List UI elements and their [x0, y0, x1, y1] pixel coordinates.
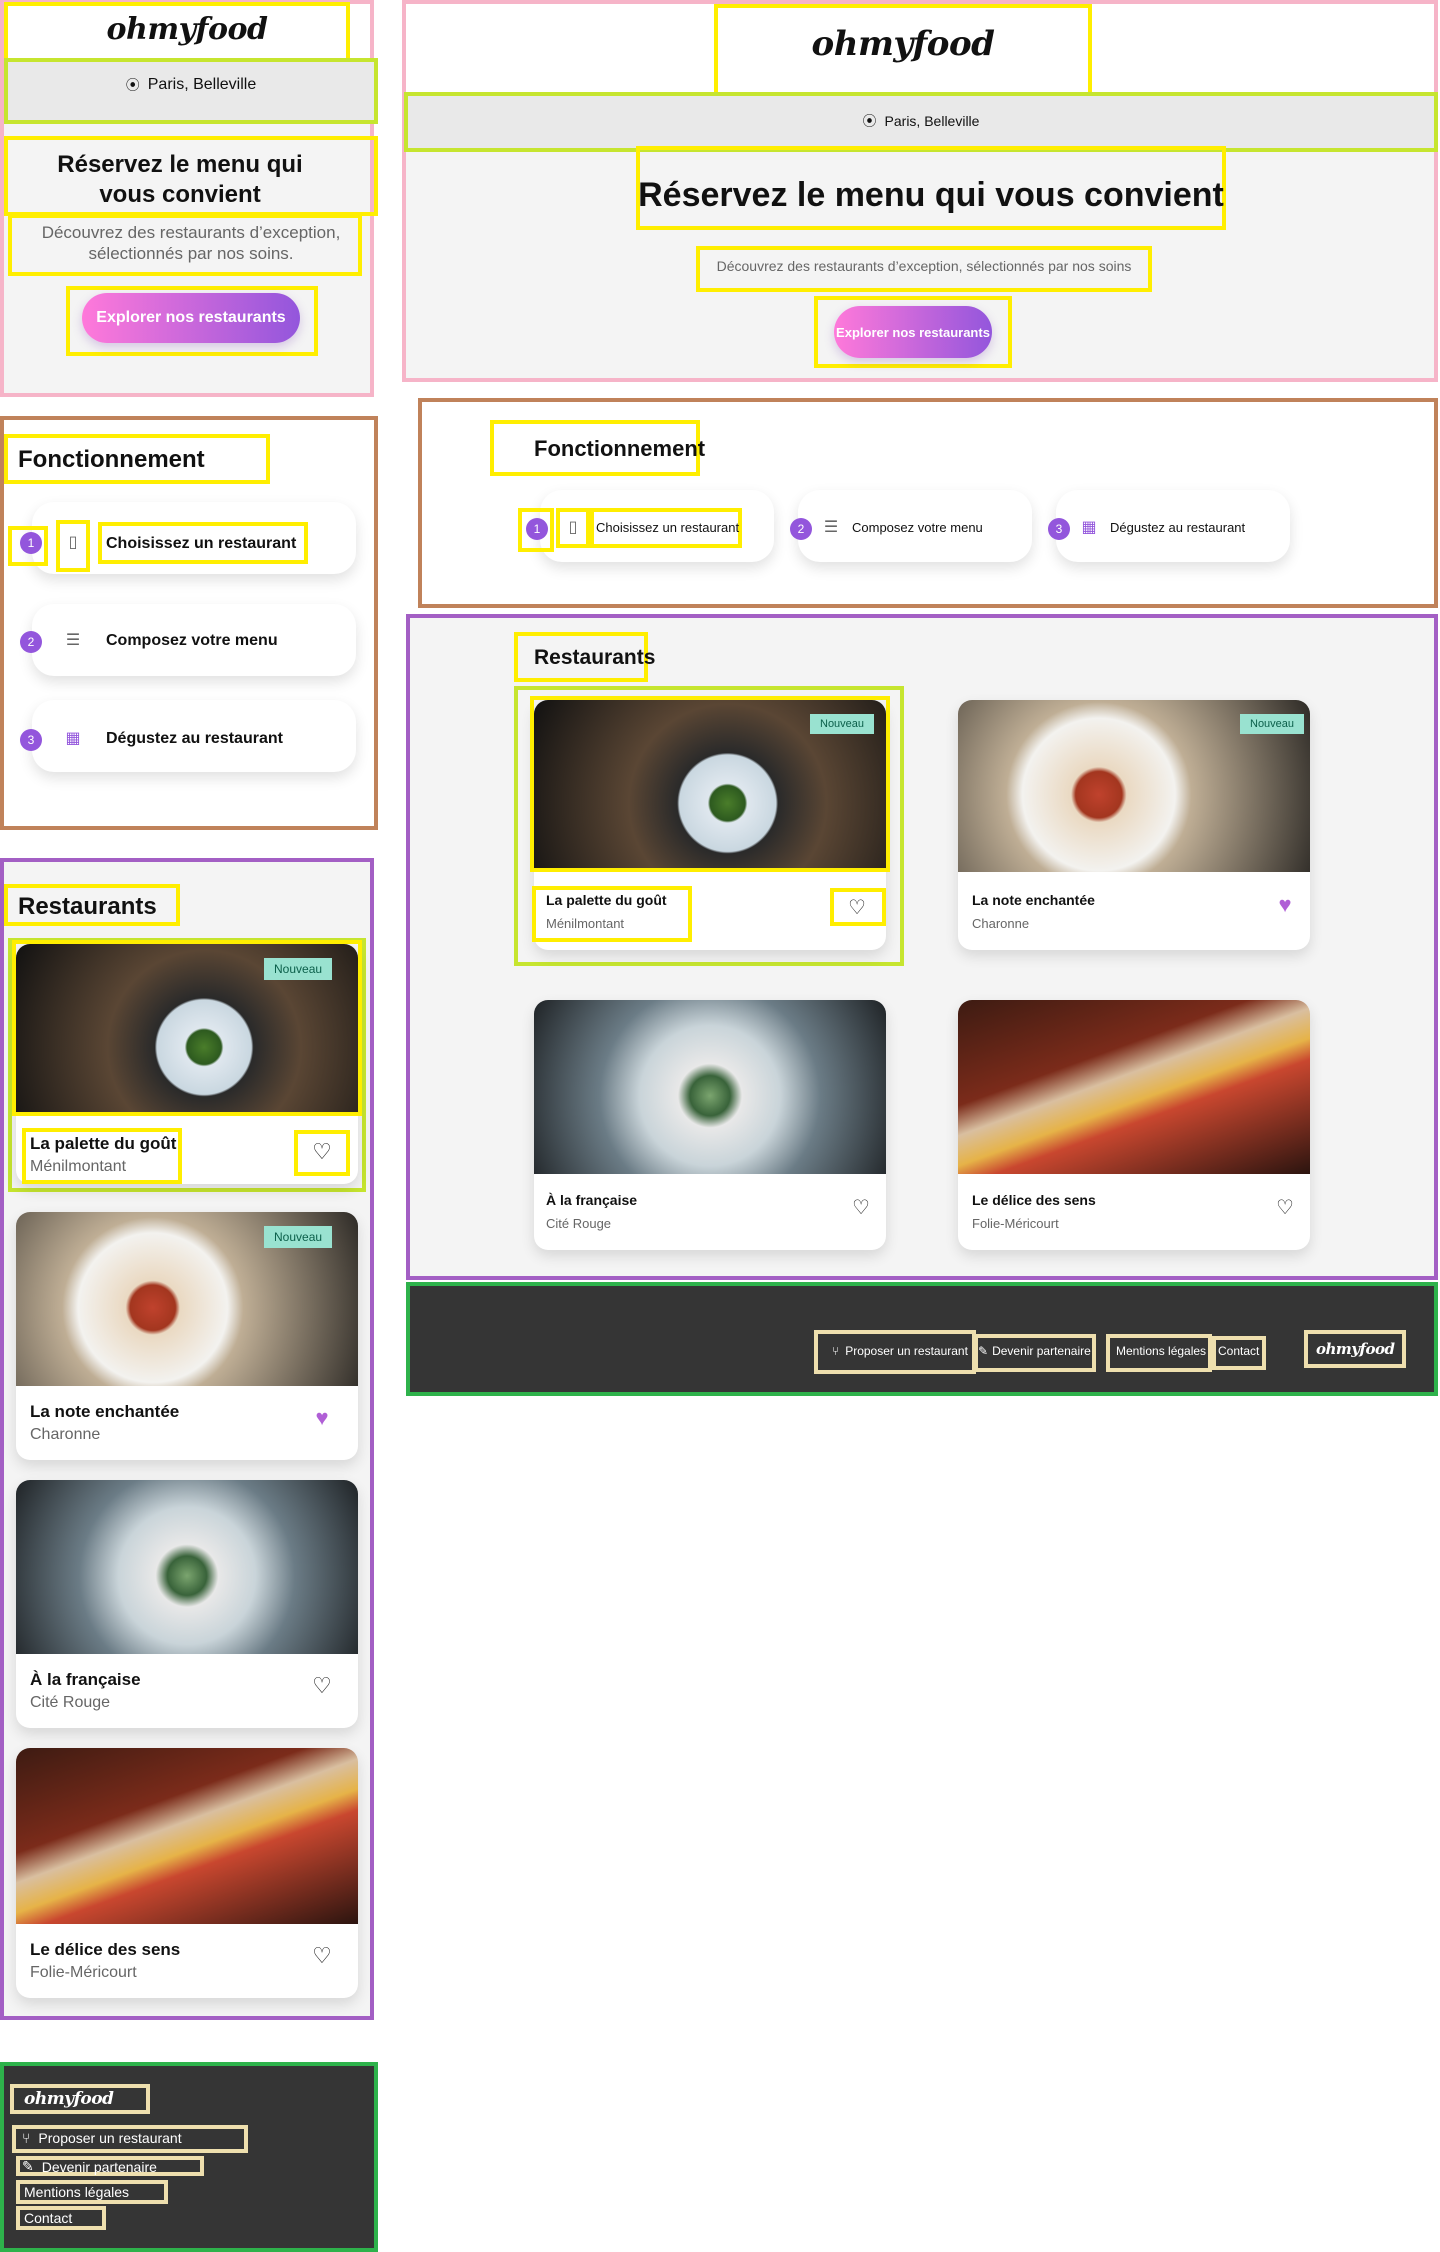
mobile-card-4-area: Folie-Méricourt [30, 1964, 137, 1981]
mobile-how-title: Fonctionnement [18, 446, 205, 473]
mobile-card-2-name: La note enchantée [30, 1402, 180, 1421]
step-number-3: 3 [1048, 518, 1070, 540]
desktop-step-3-label: Dégustez au restaurant [1110, 520, 1246, 535]
mobile-location-text: Paris, Belleville [147, 76, 257, 93]
mobile-hero-subtitle: Découvrez des restaurants d’exception, s… [41, 223, 341, 264]
desktop-step-2-label: Composez votre menu [852, 520, 983, 535]
desktop-card-3-name: À la française [546, 1192, 638, 1208]
desktop-card-3-area: Cité Rouge [546, 1216, 612, 1231]
desktop-footer-link-3[interactable]: Mentions légales [1116, 1344, 1206, 1358]
mobile-footer-logo[interactable]: ohmyfood [24, 2089, 114, 2109]
heart-icon[interactable]: ♡ [846, 1192, 876, 1222]
desktop-footer-logo[interactable]: ohmyfood [1316, 1340, 1395, 1358]
desktop-how-title: Fonctionnement [534, 436, 706, 461]
heart-icon[interactable]: ♡ [1270, 1192, 1300, 1222]
step-number-2: 2 [20, 631, 42, 653]
restaurant-photo-3 [534, 1000, 886, 1174]
mobile-card-4-name: Le délice des sens [30, 1940, 181, 1959]
map-pin-icon: ⦿ [862, 113, 877, 129]
desktop-restaurant-card-2[interactable] [958, 700, 1310, 950]
mobile-footer-link-2[interactable]: ✎ Devenir partenaire [22, 2158, 157, 2175]
list-icon: ☰ [65, 632, 81, 649]
restaurant-photo-4 [16, 1748, 358, 1924]
desktop-location: ⦿ Paris, Belleville [404, 106, 1438, 136]
desktop-step-1-label: Choisissez un restaurant [596, 520, 740, 535]
desktop-hero-title: Réservez le menu qui vous convient [638, 176, 1224, 214]
desktop-card-4-area: Folie-Méricourt [972, 1216, 1059, 1231]
desktop-card-2-area: Charonne [972, 916, 1030, 931]
mobile-footer-link-4[interactable]: Contact [24, 2210, 72, 2226]
desktop-card-1-name: La palette du goût [546, 892, 667, 908]
mobile-card-2-area: Charonne [30, 1426, 101, 1443]
desktop-card-4-name: Le délice des sens [972, 1192, 1096, 1208]
restaurant-photo-3 [16, 1480, 358, 1654]
mobile-card-1-area: Ménilmontant [30, 1158, 127, 1175]
store-icon: ▦ [1081, 519, 1097, 536]
mobile-explore-button[interactable]: Explorer nos restaurants [82, 293, 300, 343]
step-number-1: 1 [20, 532, 42, 554]
desktop-card-1-badge: Nouveau [810, 714, 875, 734]
handshake-icon: ✎ [978, 1344, 989, 1358]
phone-icon: ▯ [568, 519, 578, 536]
desktop-footer-link-4[interactable]: Contact [1218, 1344, 1259, 1358]
mobile-step-2-label: Composez votre menu [106, 632, 278, 649]
mobile-hero-title: Réservez le menu qui vous convient [57, 151, 303, 208]
mobile-footer-link-3[interactable]: Mentions légales [24, 2184, 129, 2200]
step-number-1: 1 [526, 518, 548, 540]
mobile-restaurants-title: Restaurants [18, 893, 157, 920]
store-icon: ▦ [65, 730, 81, 747]
map-pin-icon: ⦿ [125, 77, 140, 93]
step-number-3: 3 [20, 729, 42, 751]
mobile-step-3-label: Dégustez au restaurant [106, 730, 283, 747]
mobile-logo[interactable]: ohmyfood [0, 12, 374, 47]
handshake-icon: ✎ [22, 2158, 34, 2174]
mobile-card-3-name: À la française [30, 1670, 141, 1689]
desktop-card-2-badge: Nouveau [1240, 714, 1305, 734]
desktop-footer-link-2[interactable]: ✎ Devenir partenaire [978, 1344, 1091, 1358]
mobile-card-2-badge: Nouveau [264, 1226, 333, 1248]
desktop-location-text: Paris, Belleville [884, 113, 980, 129]
heart-filled-icon[interactable]: ♥ [1270, 890, 1300, 920]
heart-icon[interactable]: ♡ [306, 1670, 338, 1702]
step-number-2: 2 [790, 518, 812, 540]
utensils-icon: ⑂ [22, 2130, 31, 2146]
heart-icon[interactable]: ♡ [306, 1136, 338, 1168]
utensils-icon: ⑂ [832, 1344, 840, 1358]
desktop-restaurants-title: Restaurants [534, 646, 656, 669]
desktop-card-2-name: La note enchantée [972, 892, 1095, 908]
desktop-footer-link-1[interactable]: ⑂ Proposer un restaurant [832, 1344, 968, 1358]
heart-icon[interactable]: ♡ [842, 892, 872, 922]
mobile-card-1-name: La palette du goût [30, 1134, 177, 1153]
desktop-restaurant-card-3[interactable] [534, 1000, 886, 1250]
mobile-step-1-label: Choisissez un restaurant [106, 535, 297, 552]
desktop-restaurant-card-4[interactable] [958, 1000, 1310, 1250]
list-icon: ☰ [823, 519, 839, 536]
desktop-hero-subtitle: Découvrez des restaurants d’exception, s… [716, 258, 1132, 274]
mobile-card-1-badge: Nouveau [264, 958, 333, 980]
mobile-footer-link-1[interactable]: ⑂ Proposer un restaurant [22, 2130, 182, 2146]
restaurant-photo-4 [958, 1000, 1310, 1174]
phone-icon: ▯ [68, 534, 78, 551]
mobile-location: ⦿ Paris, Belleville [4, 70, 378, 100]
desktop-logo[interactable]: ohmyfood [714, 24, 1092, 64]
desktop-card-1-area: Ménilmontant [546, 916, 625, 931]
mobile-card-3-area: Cité Rouge [30, 1694, 111, 1711]
desktop-explore-button[interactable]: Explorer nos restaurants [834, 306, 992, 358]
heart-filled-icon[interactable]: ♥ [306, 1402, 338, 1434]
heart-icon[interactable]: ♡ [306, 1940, 338, 1972]
